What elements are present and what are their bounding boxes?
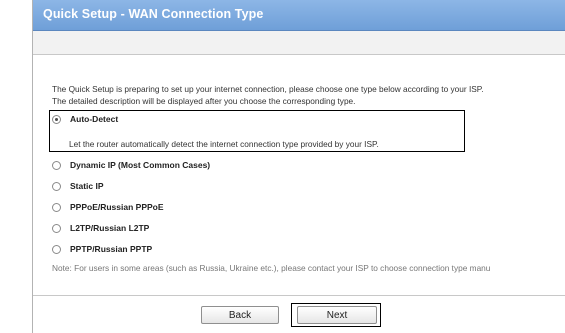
option-dynamic-ip[interactable]: Dynamic IP (Most Common Cases) bbox=[52, 158, 210, 172]
sub-header-bar bbox=[33, 31, 565, 55]
option-label: PPPoE/Russian PPPoE bbox=[70, 202, 164, 212]
option-label: PPTP/Russian PPTP bbox=[70, 244, 153, 254]
description-line-2: The detailed description will be display… bbox=[52, 96, 356, 106]
radio-pppoe[interactable] bbox=[52, 202, 61, 212]
footer-divider bbox=[33, 295, 565, 296]
radio-static-ip[interactable] bbox=[52, 181, 61, 191]
option-label: Dynamic IP (Most Common Cases) bbox=[70, 160, 211, 170]
page-title: Quick Setup - WAN Connection Type bbox=[43, 7, 264, 21]
back-button[interactable]: Back bbox=[201, 306, 279, 324]
option-pppoe[interactable]: PPPoE/Russian PPPoE bbox=[52, 200, 164, 214]
radio-auto-detect[interactable] bbox=[52, 114, 61, 124]
radio-pptp[interactable] bbox=[52, 244, 61, 254]
radio-dynamic-ip[interactable] bbox=[52, 160, 61, 170]
option-pptp[interactable]: PPTP/Russian PPTP bbox=[52, 242, 152, 256]
option-auto-detect[interactable]: Auto-Detect bbox=[52, 112, 118, 126]
wan-setup-panel: Quick Setup - WAN Connection Type The Qu… bbox=[32, 0, 565, 333]
option-l2tp[interactable]: L2TP/Russian L2TP bbox=[52, 221, 149, 235]
auto-detect-description: Let the router automatically detect the … bbox=[69, 139, 379, 149]
description-line-1: The Quick Setup is preparing to set up y… bbox=[52, 84, 484, 94]
option-label: Auto-Detect bbox=[70, 114, 119, 124]
option-static-ip[interactable]: Static IP bbox=[52, 179, 104, 193]
note-text: Note: For users in some areas (such as R… bbox=[52, 263, 491, 273]
option-label: L2TP/Russian L2TP bbox=[70, 223, 150, 233]
option-label: Static IP bbox=[70, 181, 104, 191]
description: The Quick Setup is preparing to set up y… bbox=[52, 83, 565, 107]
next-button[interactable]: Next bbox=[297, 306, 377, 324]
radio-l2tp[interactable] bbox=[52, 223, 61, 233]
